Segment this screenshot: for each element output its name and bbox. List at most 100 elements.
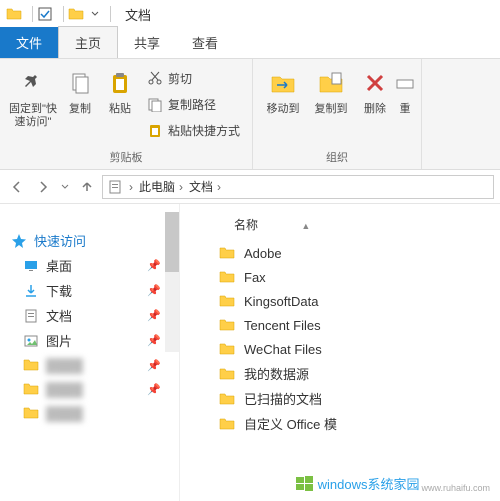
list-item[interactable]: 自定义 Office 模 (188, 411, 500, 436)
tab-home[interactable]: 主页 (58, 26, 118, 58)
list-item[interactable]: 我的数据源 (188, 361, 500, 386)
ribbon-tabs: 文件 主页 共享 查看 (0, 28, 500, 58)
separator (32, 6, 33, 22)
folder-icon (22, 380, 40, 398)
column-header-name-label: 名称 (234, 218, 258, 232)
item-label: 自定义 Office 模 (244, 414, 337, 433)
title-bar: 文档 (0, 0, 500, 28)
list-item[interactable]: 已扫描的文档 (188, 386, 500, 411)
nav-desktop[interactable]: 桌面 📌 (4, 253, 179, 278)
list-item[interactable]: Tencent Files (188, 313, 500, 337)
rename-button[interactable]: 重 (395, 63, 415, 120)
rename-label: 重 (400, 103, 411, 116)
scrollbar-thumb[interactable] (165, 212, 179, 272)
pin-icon: 📌 (147, 309, 161, 322)
breadcrumb[interactable]: › 此电脑 › 文档 › (102, 175, 494, 199)
folder-icon (6, 6, 22, 22)
pin-icon: 📌 (147, 383, 161, 396)
paste-shortcut-button[interactable]: 粘贴快捷方式 (142, 119, 244, 141)
nav-desktop-label: 桌面 (46, 256, 72, 275)
watermark: windows系统家园 www.ruhaifu.com (292, 472, 494, 495)
nav-documents-label: 文档 (46, 306, 72, 325)
copy-label: 复制 (69, 103, 91, 116)
list-item[interactable]: Fax (188, 265, 500, 289)
windows-logo-icon (296, 475, 314, 493)
organize-group-label: 组织 (326, 149, 348, 167)
nav-documents[interactable]: 文档 📌 (4, 303, 179, 328)
separator (63, 6, 64, 22)
crumb-pc-label: 此电脑 (139, 178, 175, 195)
chevron-right-icon: › (217, 180, 221, 194)
tab-view[interactable]: 查看 (176, 27, 234, 58)
crumb-pc[interactable]: 此电脑 › (139, 178, 187, 195)
paste-icon (104, 67, 136, 99)
nav-up-button[interactable] (76, 176, 98, 198)
content-area: 快速访问 桌面 📌 下载 📌 文档 📌 图片 📌 ████ 📌 ████ 📌 ███… (0, 204, 500, 501)
folder-icon (22, 404, 40, 422)
copy-path-icon (146, 95, 164, 113)
nav-history-button[interactable] (58, 176, 72, 198)
pin-icon: 📌 (147, 334, 161, 347)
item-label: Tencent Files (244, 318, 321, 333)
ribbon-group-organize: 移动到 复制到 删除 重 组织 (253, 59, 422, 169)
chevron-right-icon: › (129, 180, 133, 194)
nav-quick-access[interactable]: 快速访问 (4, 228, 179, 253)
cut-label: 剪切 (168, 70, 192, 87)
ribbon-group-clipboard: 固定到"快速访问" 复制 粘贴 剪切 (0, 59, 253, 169)
paste-button[interactable]: 粘贴 (100, 63, 140, 120)
move-to-button[interactable]: 移动到 (259, 63, 307, 120)
copy-path-button[interactable]: 复制路径 (142, 93, 244, 115)
star-icon (10, 232, 28, 250)
documents-icon (22, 307, 40, 325)
pin-to-quick-access-button[interactable]: 固定到"快速访问" (6, 63, 60, 133)
folder-icon (218, 390, 236, 408)
pictures-icon (22, 332, 40, 350)
nav-hidden-3[interactable]: ████ (4, 401, 179, 425)
copy-to-button[interactable]: 复制到 (307, 63, 355, 120)
chevron-right-icon: › (179, 180, 183, 194)
copy-button[interactable]: 复制 (60, 63, 100, 120)
downloads-icon (22, 282, 40, 300)
paste-shortcut-label: 粘贴快捷方式 (168, 122, 240, 139)
tab-share[interactable]: 共享 (118, 27, 176, 58)
address-bar: › 此电脑 › 文档 › (0, 170, 500, 204)
nav-back-button[interactable] (6, 176, 28, 198)
scissors-icon (146, 69, 164, 87)
item-label: 已扫描的文档 (244, 389, 322, 408)
sort-asc-icon: ▲ (301, 221, 310, 231)
dropdown-icon[interactable] (90, 6, 100, 22)
ribbon: 固定到"快速访问" 复制 粘贴 剪切 (0, 58, 500, 170)
move-to-label: 移动到 (267, 103, 300, 116)
pin-icon: 📌 (147, 259, 161, 272)
item-label: 我的数据源 (244, 364, 309, 383)
crumb-root[interactable]: › (125, 180, 137, 194)
nav-scrollbar[interactable] (165, 212, 179, 352)
nav-hidden-2[interactable]: ████ 📌 (4, 377, 179, 401)
crumb-docs-label: 文档 (189, 178, 213, 195)
item-label: Adobe (244, 246, 282, 261)
blurred-text: ████ (46, 358, 83, 373)
crumb-docs[interactable]: 文档 › (189, 178, 225, 195)
tab-file[interactable]: 文件 (0, 27, 58, 58)
window-title: 文档 (125, 5, 151, 24)
nav-hidden-1[interactable]: ████📌 (4, 353, 179, 377)
nav-pictures[interactable]: 图片 📌 (4, 328, 179, 353)
clipboard-group-label: 剪贴板 (110, 149, 143, 167)
copy-icon (64, 67, 96, 99)
pin-icon (17, 67, 49, 99)
nav-downloads[interactable]: 下载 📌 (4, 278, 179, 303)
qat-checkbox-icon[interactable] (37, 6, 53, 22)
list-item[interactable]: KingsoftData (188, 289, 500, 313)
desktop-icon (22, 257, 40, 275)
list-item[interactable]: Adobe (188, 241, 500, 265)
watermark-sub: www.ruhaifu.com (421, 483, 490, 493)
blurred-text: ████ (46, 382, 83, 397)
list-item[interactable]: WeChat Files (188, 337, 500, 361)
folder-icon (218, 244, 236, 262)
nav-pictures-label: 图片 (46, 331, 72, 350)
column-header-name[interactable]: 名称 ▲ (188, 212, 500, 241)
move-to-icon (267, 67, 299, 99)
cut-button[interactable]: 剪切 (142, 67, 244, 89)
paste-label: 粘贴 (109, 103, 131, 116)
nav-forward-button[interactable] (32, 176, 54, 198)
